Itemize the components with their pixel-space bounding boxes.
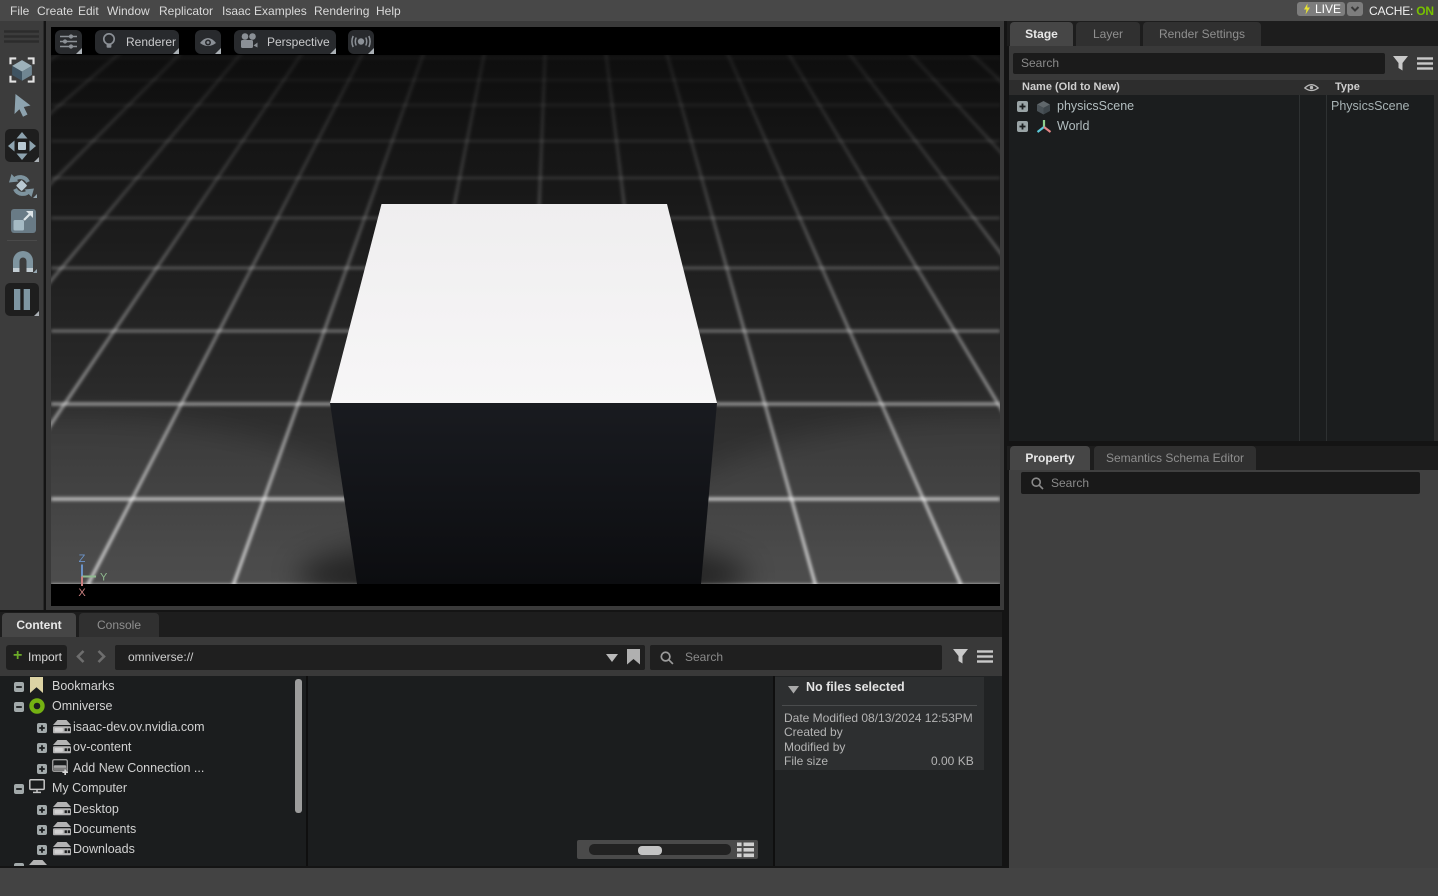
svg-text:Z: Z	[79, 553, 86, 565]
svg-text:X: X	[78, 587, 86, 599]
svg-text:Y: Y	[100, 572, 108, 584]
